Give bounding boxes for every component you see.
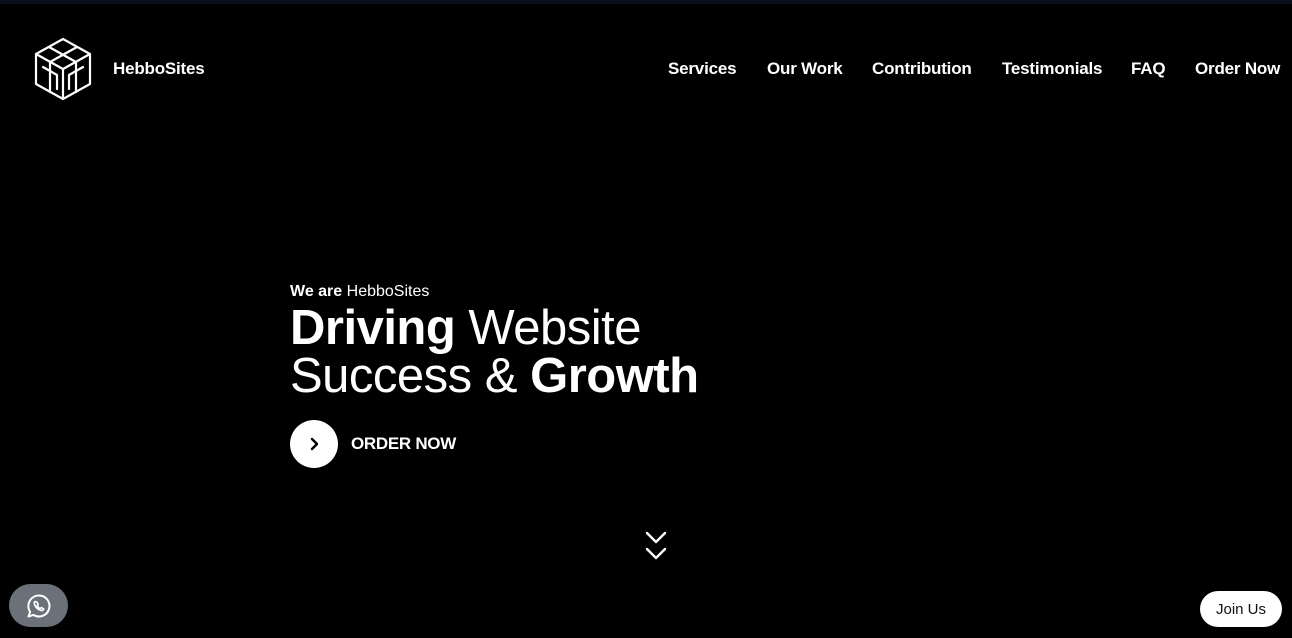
whatsapp-icon <box>26 593 50 617</box>
nav-contribution[interactable]: Contribution <box>872 59 972 81</box>
whatsapp-button[interactable] <box>9 584 68 627</box>
nav-order-now[interactable]: Order Now <box>1195 59 1280 81</box>
eyebrow-brand: HebboSites <box>346 283 430 300</box>
eyebrow-prefix: We are <box>290 283 343 300</box>
site-header: HebboSites Services Our Work Contributio… <box>0 0 1292 140</box>
double-chevron-down-icon[interactable] <box>644 530 668 562</box>
join-us-button[interactable]: Join Us <box>1200 591 1282 627</box>
chevron-right-icon <box>310 437 319 451</box>
nav-services[interactable]: Services <box>668 59 737 81</box>
order-now-cta[interactable]: ORDER NOW <box>290 420 456 468</box>
brand-name[interactable]: HebboSites <box>113 59 205 79</box>
hero-section: We are HebboSites Driving Website Succes… <box>290 282 810 403</box>
hero-headline: Driving Website Success & Growth <box>290 301 810 403</box>
headline-success: Success & <box>290 349 517 403</box>
headline-growth: Growth <box>530 349 699 403</box>
cta-label[interactable]: ORDER NOW <box>351 434 456 454</box>
hero-eyebrow: We are HebboSites <box>290 282 810 302</box>
cta-circle-button[interactable] <box>290 420 338 468</box>
nav-our-work[interactable]: Our Work <box>767 59 843 81</box>
nav-faq[interactable]: FAQ <box>1131 59 1166 81</box>
hebbosites-logo-icon[interactable] <box>33 37 93 101</box>
headline-driving: Driving <box>290 301 456 355</box>
headline-website: Website <box>468 301 642 355</box>
nav-testimonials[interactable]: Testimonials <box>1002 59 1102 81</box>
